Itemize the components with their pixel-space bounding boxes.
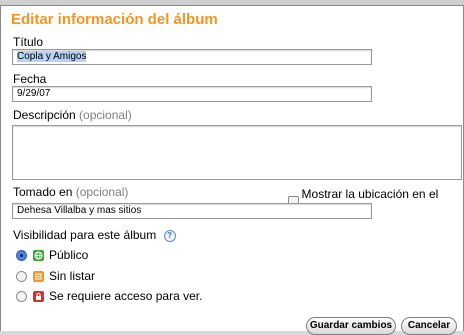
title-input-value: Copla y Amigos bbox=[17, 51, 87, 62]
visibility-label: Visibilidad para este álbum ? bbox=[13, 228, 176, 242]
taken-at-label: Tomado en (opcional) bbox=[13, 185, 128, 199]
visibility-option-label: Sin listar bbox=[49, 269, 96, 283]
save-button[interactable]: Guardar cambios bbox=[306, 317, 396, 335]
visibility-label-text: Visibilidad para este álbum bbox=[13, 228, 157, 242]
radio-unlisted[interactable] bbox=[16, 270, 27, 282]
lock-icon bbox=[33, 290, 44, 302]
description-label-text: Descripción bbox=[13, 108, 76, 122]
visibility-option-label: Se requiere acceso para ver. bbox=[49, 289, 203, 303]
taken-at-input-value: Dehesa Villalba y mas sitios bbox=[17, 205, 142, 216]
date-input-value: 9/29/07 bbox=[17, 88, 51, 99]
title-input[interactable]: Copla y Amigos bbox=[12, 49, 372, 65]
globe-icon bbox=[33, 249, 44, 261]
description-textarea[interactable] bbox=[12, 125, 462, 180]
visibility-option-label: Público bbox=[49, 248, 89, 262]
description-label: Descripción (opcional) bbox=[13, 108, 132, 122]
taken-at-input[interactable]: Dehesa Villalba y mas sitios bbox=[12, 203, 372, 219]
help-icon[interactable]: ? bbox=[163, 229, 176, 242]
cancel-button[interactable]: Cancelar bbox=[401, 317, 457, 335]
visibility-option-public[interactable]: Público bbox=[16, 248, 88, 262]
radio-private[interactable] bbox=[16, 290, 27, 302]
visibility-option-unlisted[interactable]: Sin listar bbox=[16, 269, 95, 283]
taken-at-optional-hint: (opcional) bbox=[75, 185, 129, 199]
description-optional-hint: (opcional) bbox=[79, 108, 132, 122]
date-input[interactable]: 9/29/07 bbox=[12, 86, 372, 102]
visibility-option-private[interactable]: Se requiere acceso para ver. bbox=[16, 289, 202, 303]
unlisted-icon bbox=[33, 270, 44, 282]
radio-public[interactable] bbox=[16, 249, 27, 261]
dialog-title: Editar información del álbum bbox=[11, 11, 218, 28]
title-label: Título bbox=[13, 35, 44, 49]
date-label: Fecha bbox=[13, 72, 47, 86]
edit-album-dialog: Editar información del álbum Título Copl… bbox=[0, 5, 464, 335]
taken-at-label-text: Tomado en bbox=[13, 185, 73, 199]
